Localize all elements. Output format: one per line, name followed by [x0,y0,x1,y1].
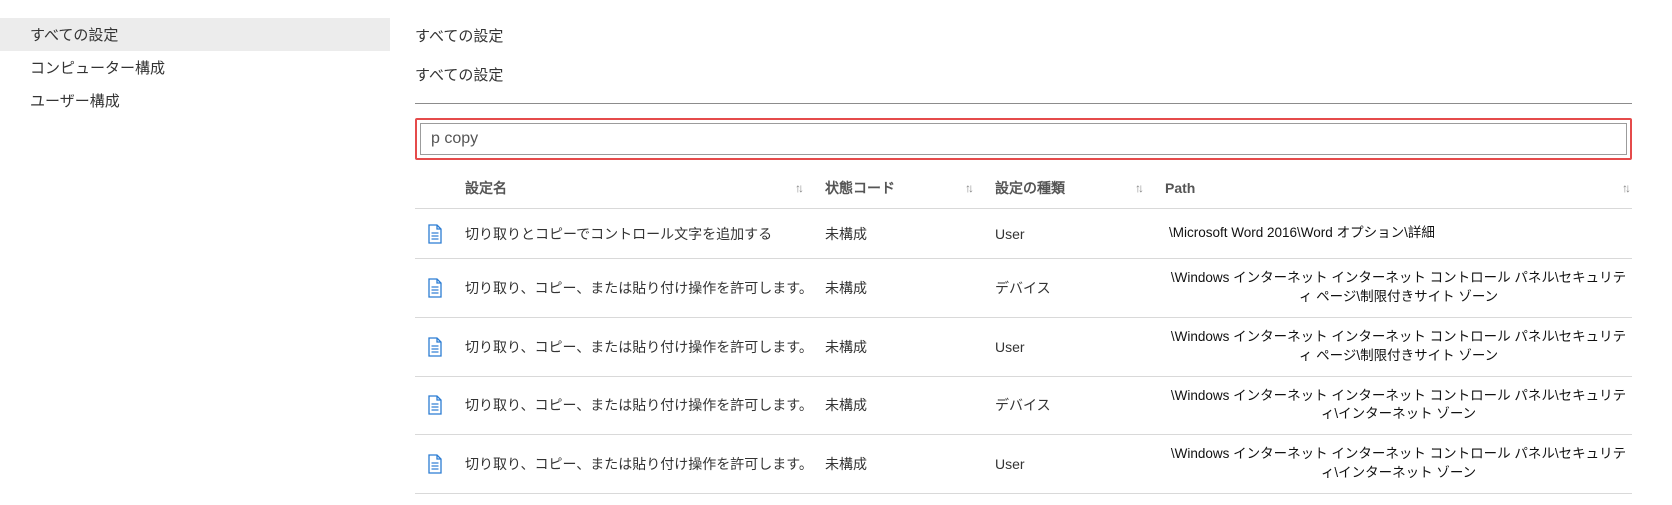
cell-type: User [995,456,1165,472]
table-row[interactable]: 切り取りとコピーでコントロール文字を追加する 未構成 User \Microso… [415,208,1632,258]
search-highlight [415,118,1632,160]
cell-status: 未構成 [825,224,995,244]
document-icon [427,454,443,474]
table-body: 切り取りとコピーでコントロール文字を追加する 未構成 User \Microso… [415,208,1632,494]
cell-path: \Windows インターネット インターネット コントロール パネル\セキュリ… [1165,387,1632,425]
document-icon [427,278,443,298]
table-row[interactable]: 切り取り、コピー、または貼り付け操作を許可します。 未構成 User \Wind… [415,317,1632,376]
column-label: 状態コード [825,178,895,198]
sidebar-item-label: ユーザー構成 [30,93,120,110]
cell-type: デバイス [995,278,1165,298]
sidebar-item-all-settings[interactable]: すべての設定 [0,18,390,51]
cell-path: \Windows インターネット インターネット コントロール パネル\セキュリ… [1165,269,1632,307]
sidebar: すべての設定 コンピューター構成 ユーザー構成 [0,0,390,505]
page-subtitle: すべての設定 [415,64,1632,85]
column-header-name[interactable]: 設定名 ↑↓ [465,178,825,198]
table-row[interactable]: 切り取り、コピー、または貼り付け操作を許可します。 未構成 デバイス \Wind… [415,258,1632,317]
sort-icon: ↑↓ [1135,181,1141,195]
column-header-type[interactable]: 設定の種類 ↑↓ [995,178,1165,198]
sort-icon: ↑↓ [795,181,801,195]
cell-type: User [995,339,1165,355]
cell-status: 未構成 [825,337,995,357]
cell-name: 切り取りとコピーでコントロール文字を追加する [465,224,825,244]
column-header-status[interactable]: 状態コード ↑↓ [825,178,995,198]
cell-path: \Windows インターネット インターネット コントロール パネル\セキュリ… [1165,328,1632,366]
row-icon-cell [425,395,465,415]
cell-status: 未構成 [825,395,995,415]
table-row[interactable]: 切り取り、コピー、または貼り付け操作を許可します。 未構成 User \Wind… [415,434,1632,494]
settings-table: 設定名 ↑↓ 状態コード ↑↓ 設定の種類 ↑↓ Path ↑↓ [415,168,1632,494]
column-label: 設定の種類 [995,178,1065,198]
cell-name: 切り取り、コピー、または貼り付け操作を許可します。 [465,395,825,415]
cell-name: 切り取り、コピー、または貼り付け操作を許可します。 [465,278,825,298]
divider [415,103,1632,104]
search-input[interactable] [420,123,1627,155]
sort-icon: ↑↓ [1622,181,1628,195]
column-label: 設定名 [465,178,507,198]
table-row[interactable]: 切り取り、コピー、または貼り付け操作を許可します。 未構成 デバイス \Wind… [415,376,1632,435]
cell-status: 未構成 [825,278,995,298]
row-icon-cell [425,337,465,357]
cell-path: \Windows インターネット インターネット コントロール パネル\セキュリ… [1165,445,1632,483]
sidebar-item-label: コンピューター構成 [30,60,165,77]
row-icon-cell [425,454,465,474]
column-label: Path [1165,180,1195,196]
sort-icon: ↑↓ [965,181,971,195]
row-icon-cell [425,224,465,244]
cell-status: 未構成 [825,454,995,474]
document-icon [427,395,443,415]
page-title: すべての設定 [415,25,1632,46]
cell-path: \Microsoft Word 2016\Word オプション\詳細 [1165,224,1632,243]
cell-name: 切り取り、コピー、または貼り付け操作を許可します。 [465,454,825,474]
row-icon-cell [425,278,465,298]
table-header: 設定名 ↑↓ 状態コード ↑↓ 設定の種類 ↑↓ Path ↑↓ [415,168,1632,208]
sidebar-item-label: すべての設定 [30,27,118,44]
main-panel: すべての設定 すべての設定 設定名 ↑↓ 状態コード ↑↓ 設定の種類 ↑↓ P… [390,0,1672,505]
document-icon [427,337,443,357]
column-header-path[interactable]: Path ↑↓ [1165,180,1632,196]
cell-type: User [995,226,1165,242]
sidebar-item-user-config[interactable]: ユーザー構成 [0,84,390,117]
cell-type: デバイス [995,395,1165,415]
document-icon [427,224,443,244]
cell-name: 切り取り、コピー、または貼り付け操作を許可します。 [465,337,825,357]
sidebar-item-computer-config[interactable]: コンピューター構成 [0,51,390,84]
